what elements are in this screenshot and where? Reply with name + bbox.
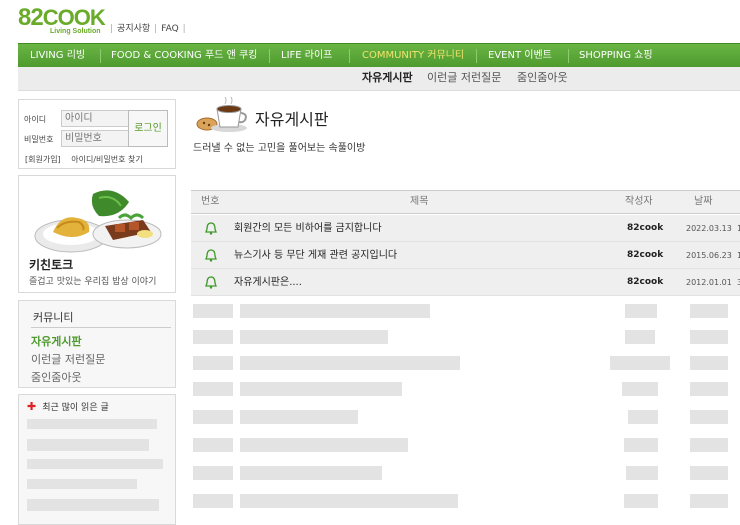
bell-icon	[205, 222, 217, 235]
blurred-item	[27, 419, 157, 429]
food-plate-illustration	[34, 190, 162, 253]
notice-row[interactable]: 뉴스기사 등 무단 게재 관련 공지입니다 82cook 2015.06.23 …	[191, 242, 740, 269]
login-links: [회원가입] 아이디/비밀번호 찾기	[25, 154, 143, 165]
nav-food-cooking[interactable]: FOOD & COOKING 푸드 앤 쿠킹	[111, 44, 257, 68]
blurred-item	[27, 439, 149, 451]
kitchen-talk-banner[interactable]: 키친토크 즐겁고 맛있는 우리집 밥상 이야기	[18, 175, 176, 293]
subnav-questions[interactable]: 이런글 저런질문	[427, 67, 501, 89]
board-title: 자유게시판	[255, 110, 329, 129]
notice-subject[interactable]: 자유게시판은....	[234, 269, 302, 296]
top-links: | 공지사항 | FAQ |	[110, 24, 186, 34]
menu-free-board[interactable]: 자유게시판	[31, 333, 82, 349]
bell-icon	[205, 249, 217, 262]
community-heading: 커뮤니티	[33, 311, 74, 324]
top-bar: 82COOK Living Solution | 공지사항 | FAQ |	[0, 0, 740, 42]
notice-author: 82cook	[627, 277, 664, 287]
nav-event[interactable]: EVENT 이벤트	[488, 44, 552, 68]
kitchen-talk-title: 키친토크	[29, 258, 74, 272]
notice-subject[interactable]: 회원간의 모든 비하어를 금지합니다	[234, 215, 382, 242]
menu-questions[interactable]: 이런글 저런질문	[31, 351, 105, 367]
faq-link[interactable]: FAQ	[161, 24, 178, 34]
notice-author: 82cook	[627, 223, 664, 233]
site-logo[interactable]: 82COOK Living Solution	[18, 6, 108, 36]
col-subject: 제목	[410, 196, 429, 207]
sub-nav: 자유게시판 이런글 저런질문 줌인줌아웃	[18, 67, 740, 91]
id-label: 아이디	[24, 115, 47, 124]
board-table-header: 번호 제목 작성자 날짜	[191, 190, 740, 214]
kitchen-talk-desc: 즐겁고 맛있는 우리집 밥상 이야기	[29, 277, 157, 287]
blurred-item	[27, 459, 163, 469]
logo-wordmark: 82COOK	[18, 4, 106, 31]
find-account-link[interactable]: 아이디/비밀번호 찾기	[71, 155, 142, 164]
subnav-free-board[interactable]: 자유게시판	[362, 67, 413, 89]
col-author: 작성자	[625, 196, 653, 207]
notice-date: 2012.01.01	[686, 278, 732, 287]
col-date: 날짜	[694, 196, 713, 207]
community-menu: 커뮤니티 자유게시판 이런글 저런질문 줌인줌아웃	[18, 300, 176, 388]
blurred-item	[27, 479, 137, 489]
notice-date: 2015.06.23	[686, 251, 732, 260]
login-button[interactable]: 로그인	[128, 110, 168, 147]
notice-subject[interactable]: 뉴스기사 등 무단 게재 관련 공지입니다	[234, 242, 397, 269]
nav-community[interactable]: COMMUNITY 커뮤니티	[362, 44, 464, 68]
blurred-item	[27, 499, 159, 511]
password-label: 비밀번호	[24, 135, 54, 144]
nav-shopping[interactable]: SHOPPING 쇼핑	[579, 44, 653, 68]
popular-posts: ✚ 최근 많이 읽은 글	[18, 394, 176, 525]
join-link[interactable]: [회원가입]	[25, 155, 61, 164]
notice-row[interactable]: 회원간의 모든 비하어를 금지합니다 82cook 2022.03.13 1	[191, 215, 740, 242]
notice-link[interactable]: 공지사항	[117, 24, 150, 34]
coffee-cookie-icon	[196, 97, 247, 132]
main-nav: LIVING 리빙 FOOD & COOKING 푸드 앤 쿠킹 LIFE 라이…	[18, 43, 740, 67]
board-description: 드러낼 수 없는 고민을 풀어보는 속풀이방	[193, 143, 366, 154]
notice-author: 82cook	[627, 250, 664, 260]
plus-icon: ✚	[27, 400, 37, 413]
subnav-zoom[interactable]: 줌인줌아웃	[517, 67, 568, 89]
col-number: 번호	[201, 196, 220, 207]
bell-icon	[205, 276, 217, 289]
nav-life[interactable]: LIFE 라이프	[281, 44, 332, 68]
popular-heading: ✚ 최근 많이 읽은 글	[27, 400, 109, 413]
logo-tagline: Living Solution	[50, 28, 101, 35]
notice-row[interactable]: 자유게시판은.... 82cook 2012.01.01 3	[191, 269, 740, 296]
menu-zoom[interactable]: 줌인줌아웃	[31, 369, 82, 385]
login-panel: 아이디 비밀번호 로그인 [회원가입] 아이디/비밀번호 찾기	[18, 99, 176, 169]
nav-living[interactable]: LIVING 리빙	[30, 44, 85, 68]
notice-date: 2022.03.13	[686, 224, 732, 233]
